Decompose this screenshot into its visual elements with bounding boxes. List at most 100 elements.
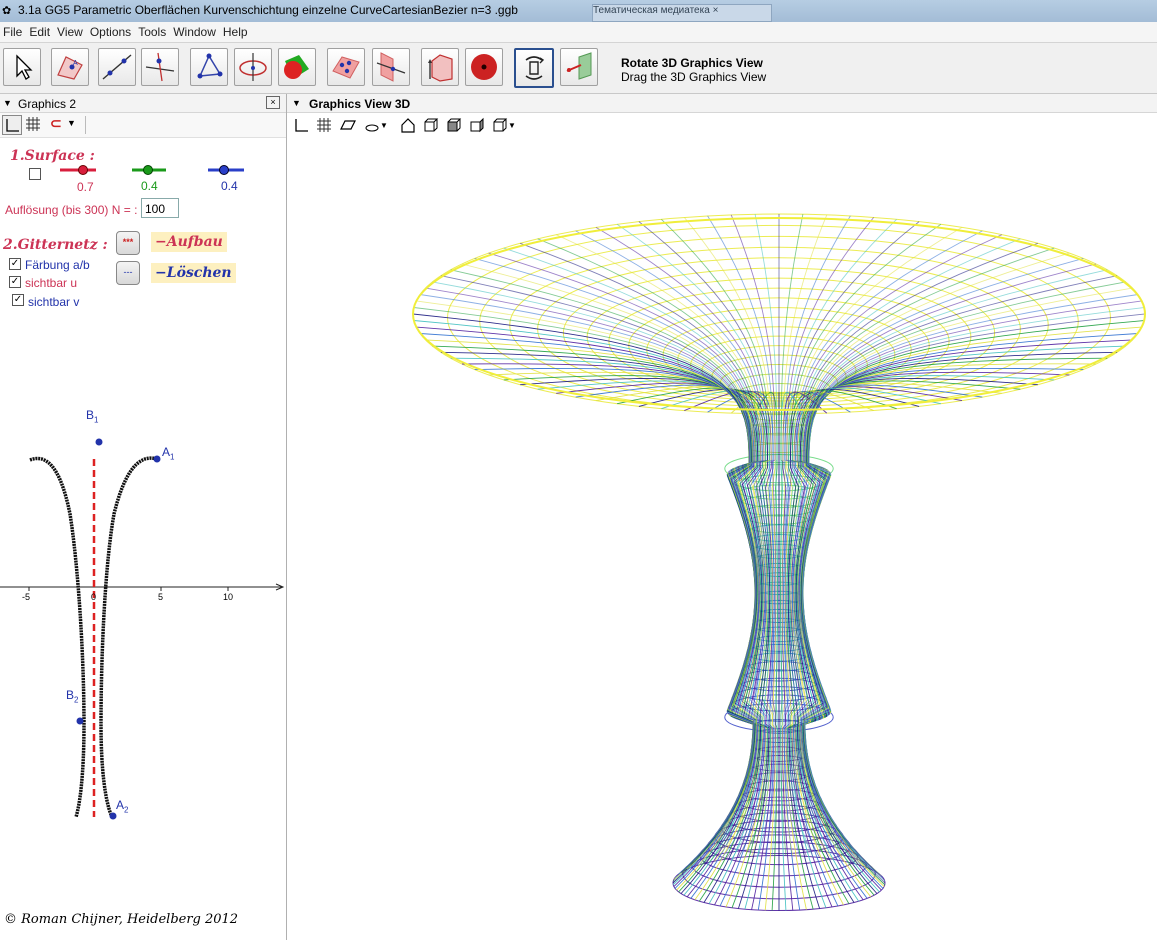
bezier-curve-left <box>29 456 86 818</box>
visible-v-checkbox[interactable]: ✓ <box>12 294 24 306</box>
tool-description: Rotate 3D Graphics View Drag the 3D Grap… <box>621 56 766 84</box>
sphere-tool-button[interactable] <box>465 48 503 86</box>
view-side-icon[interactable] <box>445 117 463 133</box>
clipping-icon[interactable]: ▼ <box>364 119 390 133</box>
surface-meridian-line <box>790 386 963 908</box>
triangle-icon <box>197 53 223 79</box>
grid-toggle-icon[interactable] <box>25 116 41 135</box>
label-b1: B1 <box>86 408 99 425</box>
tool-description-title: Rotate 3D Graphics View <box>621 56 763 70</box>
tick-label-0: 0 <box>91 592 97 602</box>
surface-meridian-line <box>461 363 759 898</box>
close-panel-icon[interactable]: × <box>266 96 280 109</box>
home-icon[interactable] <box>399 116 417 134</box>
svg-text:▼: ▼ <box>380 121 388 130</box>
visible-v-label: sichtbar v <box>28 295 80 309</box>
surface-meridian-line <box>474 367 760 899</box>
plane-toggle-icon[interactable] <box>339 118 357 132</box>
delete-grid-button[interactable]: --- <box>116 261 140 285</box>
menu-tools[interactable]: Tools <box>135 22 170 39</box>
surface-meridian-line <box>503 375 762 902</box>
blue-slider-value: 0.4 <box>221 179 238 193</box>
surface-meridian-line <box>802 326 1142 887</box>
visible-u-checkbox[interactable]: ✓ <box>9 276 21 288</box>
red-slider-value: 0.7 <box>77 180 94 194</box>
graphics-2-canvas[interactable] <box>0 394 286 834</box>
point-a1[interactable] <box>153 455 161 463</box>
resolution-input[interactable]: 100 <box>141 198 179 218</box>
menu-options[interactable]: Options <box>87 22 135 39</box>
rotate-3d-icon <box>525 56 545 80</box>
tool-description-subtitle: Drag the 3D Graphics View <box>621 70 767 84</box>
surface-checkbox[interactable] <box>29 168 41 180</box>
app-icon: ✿ <box>2 5 12 17</box>
build-grid-button[interactable]: *** <box>116 231 140 255</box>
polygon-point-tool-button[interactable]: A <box>51 48 89 86</box>
graphics-2-style-bar: ⊂ ▼ <box>0 113 286 138</box>
surface-meridian-line <box>796 375 1055 902</box>
green-slider-handle[interactable] <box>143 165 153 175</box>
surface-meridian-line <box>488 252 761 867</box>
axes-toggle-icon[interactable] <box>2 115 22 135</box>
surface-meridian-line <box>461 263 759 870</box>
surface-meridian-line <box>801 345 1126 893</box>
surface-meridian-line <box>413 320 756 886</box>
menu-window[interactable]: Window <box>170 22 220 39</box>
menu-file[interactable]: File <box>0 22 26 39</box>
menu-help[interactable]: Help <box>220 22 252 39</box>
view-direction-icon <box>566 52 592 80</box>
perpendicular-tool-button[interactable] <box>141 48 179 86</box>
graphics-view-3d-panel: ▼ Graphics View 3D ▼ ▼ <box>287 94 1157 940</box>
plane-tool-button[interactable] <box>372 48 410 86</box>
triangle-tool-button[interactable] <box>190 48 228 86</box>
surface-meridian-line <box>595 227 768 860</box>
collapse-triangle-icon[interactable]: ▼ <box>292 98 301 108</box>
surface-meridian-line <box>802 333 1139 889</box>
plane-icon <box>376 52 406 82</box>
title-bar: ✿ 3.1a GG5 Parametric Oberflächen Kurven… <box>0 0 1157 22</box>
chevron-down-icon[interactable]: ▼ <box>67 118 76 128</box>
surface-meridian-line <box>797 371 1070 901</box>
close-icon[interactable]: × <box>713 5 719 16</box>
surface-label: 1.Surface : <box>10 148 95 164</box>
bezier-curve-right <box>99 456 158 818</box>
svg-text:A: A <box>73 60 78 67</box>
rotate-view-tool-button[interactable] <box>514 48 554 88</box>
browser-tab[interactable]: Тематическая медиатека × <box>592 4 772 22</box>
surface-meridian-line <box>432 345 757 893</box>
axes-toggle-icon[interactable] <box>293 117 309 133</box>
graphics-2-title: Graphics 2 <box>18 97 77 111</box>
magnet-icon[interactable]: ⊂ <box>50 115 62 132</box>
surface-meridian-line <box>802 300 1142 880</box>
line-icon <box>102 54 132 80</box>
visible-u-label: sichtbar u <box>25 276 78 290</box>
surface-meridian-line <box>595 386 768 908</box>
projection-icon[interactable]: ▼ <box>491 117 517 133</box>
move-tool-button[interactable] <box>3 48 41 86</box>
plane-points-tool-button[interactable] <box>327 48 365 86</box>
tick-label-10: 10 <box>223 592 234 602</box>
intersect-surfaces-icon <box>284 55 309 79</box>
grid-toggle-icon[interactable] <box>316 117 332 133</box>
surface-meridian-line <box>412 313 756 884</box>
circle-axis-tool-button[interactable] <box>234 48 272 86</box>
parametric-surface-3d[interactable] <box>287 138 1157 940</box>
red-slider-handle[interactable] <box>78 165 88 175</box>
intersect-surfaces-tool-button[interactable] <box>278 48 316 86</box>
view-front-icon[interactable] <box>422 117 440 133</box>
cursor-icon <box>16 54 33 80</box>
view-top-icon[interactable] <box>468 117 486 133</box>
toolbar-divider <box>85 116 86 134</box>
tick-label-5: 5 <box>158 592 164 602</box>
point-b1[interactable] <box>95 438 103 446</box>
blue-slider-handle[interactable] <box>219 165 229 175</box>
view-direction-tool-button[interactable] <box>560 48 598 86</box>
collapse-triangle-icon[interactable]: ▼ <box>3 98 12 108</box>
menu-view[interactable]: View <box>54 22 87 39</box>
color-checkbox[interactable]: ✓ <box>9 258 21 270</box>
menu-edit[interactable]: Edit <box>26 22 54 39</box>
point-b2[interactable] <box>76 717 84 725</box>
toolbar: A Rotate 3D Graphics View Drag the 3D Gr… <box>0 43 1157 94</box>
prism-tool-button[interactable] <box>421 48 459 86</box>
line-tool-button[interactable] <box>98 48 136 86</box>
